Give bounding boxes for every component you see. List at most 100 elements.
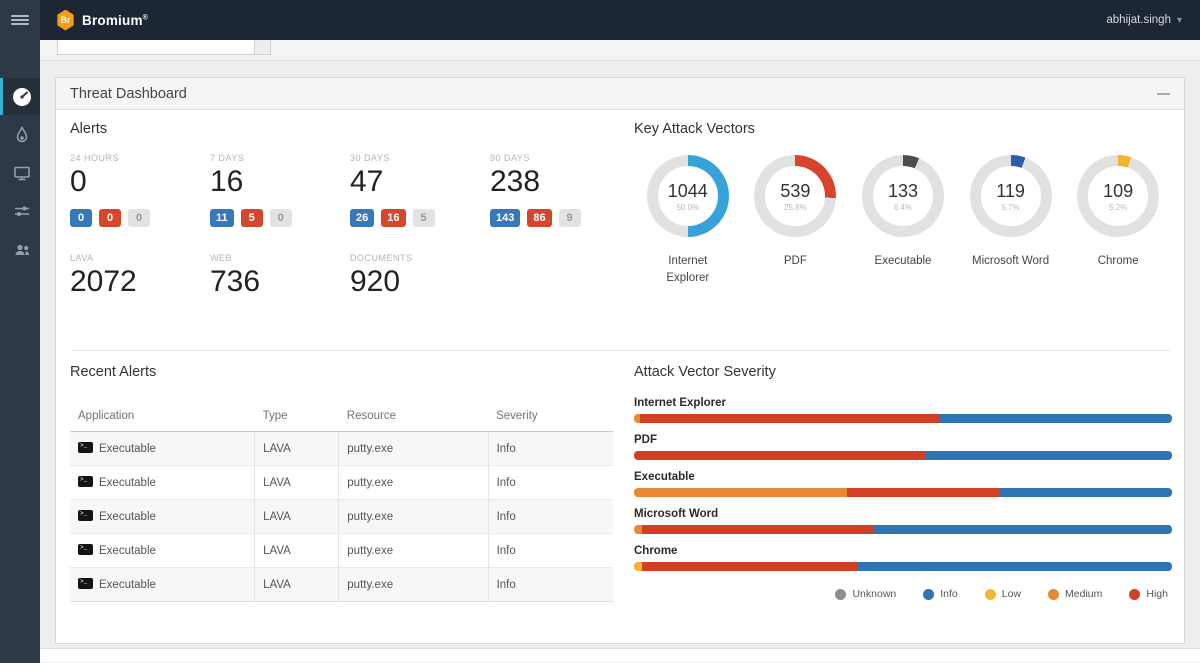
stat-value: 920 xyxy=(350,265,490,300)
user-menu[interactable]: abhijat.singh ▾ xyxy=(1106,14,1182,26)
brand-logo[interactable]: Br Bromium® xyxy=(56,10,148,31)
cell-severity: Info xyxy=(488,500,613,534)
info-count-badge: 26 xyxy=(350,209,374,227)
column-header-type[interactable]: Type xyxy=(255,401,339,432)
users-icon xyxy=(12,239,32,259)
severity-segment-info xyxy=(925,451,1172,460)
cell-application: Executable xyxy=(99,477,156,489)
donut-microsoft-word[interactable]: 119 5.7% Microsoft Word xyxy=(957,155,1065,288)
sliders-icon xyxy=(12,201,32,221)
sidebar-item-policies[interactable] xyxy=(0,192,40,229)
stat-90-days: 90 DAYS 238 143 86 9 xyxy=(490,153,630,227)
next-panel-edge xyxy=(40,648,1200,662)
executable-icon xyxy=(78,476,93,487)
stat-label: 90 DAYS xyxy=(490,153,630,163)
stat-label: WEB xyxy=(210,253,350,263)
sidebar-item-dashboard[interactable] xyxy=(0,78,40,115)
stacked-bar xyxy=(634,562,1172,571)
cell-type: LAVA xyxy=(255,500,339,534)
collapse-panel-icon[interactable] xyxy=(1157,93,1170,95)
sidebar-item-users[interactable] xyxy=(0,230,40,267)
table-row[interactable]: Executable LAVA putty.exe Info xyxy=(70,432,613,466)
attack-vector-severity-heading: Attack Vector Severity xyxy=(634,364,1172,380)
donut-percent: 5.7% xyxy=(1001,203,1019,212)
severity-segment-high xyxy=(642,525,873,534)
page-title: Threat Dashboard xyxy=(70,86,187,102)
severity-segment-info xyxy=(857,562,1172,571)
column-header-resource[interactable]: Resource xyxy=(339,401,488,432)
severity-row-microsoft-word: Microsoft Word xyxy=(634,508,1172,534)
donut-executable[interactable]: 133 6.4% Executable xyxy=(849,155,957,288)
chevron-down-icon: ▾ xyxy=(1177,15,1182,26)
stat-label: 7 DAYS xyxy=(210,153,350,163)
cell-resource: putty.exe xyxy=(339,534,488,568)
cell-type: LAVA xyxy=(255,466,339,500)
severity-segment-high xyxy=(640,414,939,423)
other-count-badge: 9 xyxy=(559,209,581,227)
severity-segment-high xyxy=(642,562,857,571)
severity-segment-low xyxy=(634,562,642,571)
donut-label: Microsoft Word xyxy=(969,253,1053,270)
sidebar-item-threats[interactable] xyxy=(0,116,40,153)
gauge-icon xyxy=(12,87,32,107)
table-row[interactable]: Executable LAVA putty.exe Info xyxy=(70,568,613,602)
legend-label: Info xyxy=(940,588,958,600)
severity-segment-high xyxy=(847,488,1000,497)
left-sidebar xyxy=(0,40,40,663)
table-row[interactable]: Executable LAVA putty.exe Info xyxy=(70,534,613,568)
severity-row-internet-explorer: Internet Explorer xyxy=(634,397,1172,423)
table-row[interactable]: Executable LAVA putty.exe Info xyxy=(70,500,613,534)
high-count-badge: 16 xyxy=(381,209,405,227)
legend-item-unknown: Unknown xyxy=(835,588,896,600)
legend-item-low: Low xyxy=(985,588,1021,600)
top-navbar: Br Bromium® abhijat.singh ▾ xyxy=(0,0,1200,40)
stacked-bar xyxy=(634,414,1172,423)
severity-segment-info xyxy=(1000,488,1172,497)
stat-label: 30 DAYS xyxy=(350,153,490,163)
cell-application: Executable xyxy=(99,545,156,557)
executable-icon xyxy=(78,578,93,589)
table-row[interactable]: Executable LAVA putty.exe Info xyxy=(70,466,613,500)
donut-value: 119 xyxy=(996,181,1025,202)
cell-severity: Info xyxy=(488,568,613,602)
legend-item-medium: Medium xyxy=(1048,588,1102,600)
column-header-application[interactable]: Application xyxy=(70,401,255,432)
attack-vector-donuts: 1044 50.0% Internet Explorer 539 25.8% xyxy=(634,155,1172,288)
severity-segment-info xyxy=(873,525,1172,534)
stat-value: 16 xyxy=(210,165,350,200)
donut-internet-explorer[interactable]: 1044 50.0% Internet Explorer xyxy=(634,155,742,288)
bromium-logo-icon: Br xyxy=(56,10,75,31)
donut-percent: 5.2% xyxy=(1109,203,1127,212)
donut-chart: 133 6.4% xyxy=(862,155,944,237)
cell-type: LAVA xyxy=(255,432,339,466)
donut-label: Internet Explorer xyxy=(646,253,730,288)
section-divider xyxy=(72,350,1170,351)
severity-segment-medium xyxy=(634,488,847,497)
severity-row-label: Microsoft Word xyxy=(634,508,1172,520)
stat-24-hours: 24 HOURS 0 0 0 0 xyxy=(70,153,210,227)
menu-toggle-button[interactable] xyxy=(0,0,40,40)
stat-web: WEB 736 xyxy=(210,253,350,300)
main-content: Threat Dashboard Alerts 24 HOURS 0 0 0 xyxy=(40,40,1200,663)
legend-dot-unknown-icon xyxy=(835,589,846,600)
column-header-severity[interactable]: Severity xyxy=(488,401,613,432)
alert-period-stats: 24 HOURS 0 0 0 0 7 DAYS 16 xyxy=(70,153,628,227)
cell-severity: Info xyxy=(488,466,613,500)
sidebar-item-endpoints[interactable] xyxy=(0,154,40,191)
stat-value: 238 xyxy=(490,165,630,200)
stat-documents: DOCUMENTS 920 xyxy=(350,253,490,300)
cell-resource: putty.exe xyxy=(339,466,488,500)
recent-alerts-table: Application Type Resource Severity Execu… xyxy=(70,401,613,602)
donut-pdf[interactable]: 539 25.8% PDF xyxy=(742,155,850,288)
alerts-heading: Alerts xyxy=(70,121,628,137)
alert-source-stats: LAVA 2072 WEB 736 DOCUMENTS 920 xyxy=(70,253,628,300)
stat-value: 2072 xyxy=(70,265,210,300)
donut-chrome[interactable]: 109 5.2% Chrome xyxy=(1064,155,1172,288)
monitor-icon xyxy=(12,163,32,183)
cell-resource: putty.exe xyxy=(339,568,488,602)
brand-name: Bromium® xyxy=(82,13,148,28)
donut-label: Chrome xyxy=(1076,253,1160,270)
other-count-badge: 0 xyxy=(270,209,292,227)
severity-segment-medium xyxy=(634,525,642,534)
info-count-badge: 143 xyxy=(490,209,520,227)
